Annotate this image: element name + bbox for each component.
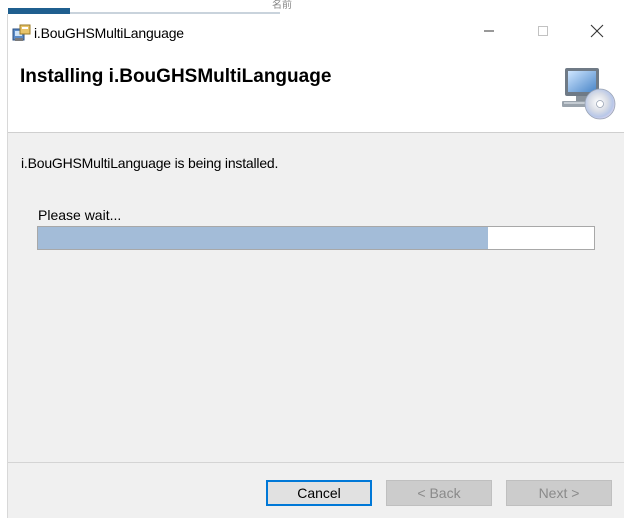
window-title: i.BouGHSMultiLanguage [34, 25, 184, 41]
minimize-icon [483, 24, 495, 42]
install-status-text: i.BouGHSMultiLanguage is being installed… [21, 155, 279, 171]
installer-package-icon [12, 23, 32, 43]
title-bar[interactable]: i.BouGHSMultiLanguage [8, 14, 624, 52]
maximize-icon [537, 24, 549, 42]
background-column-header: 名前 [272, 0, 292, 11]
next-button[interactable]: Next > [506, 480, 612, 506]
page-title: Installing i.BouGHSMultiLanguage [20, 66, 332, 87]
footer-divider [8, 462, 624, 463]
close-button[interactable] [574, 14, 620, 52]
installer-header: Installing i.BouGHSMultiLanguage [8, 52, 624, 133]
maximize-button[interactable] [520, 14, 566, 52]
close-icon [590, 24, 604, 43]
cancel-button[interactable]: Cancel [266, 480, 372, 506]
back-button[interactable]: < Back [386, 480, 492, 506]
minimize-button[interactable] [466, 14, 512, 52]
please-wait-label: Please wait... [38, 207, 122, 223]
computer-disc-icon [560, 60, 616, 120]
install-progress-bar [37, 226, 595, 250]
progress-fill [38, 227, 489, 249]
installer-window: i.BouGHSMultiLanguage Installing i.BouGH… [8, 14, 624, 518]
